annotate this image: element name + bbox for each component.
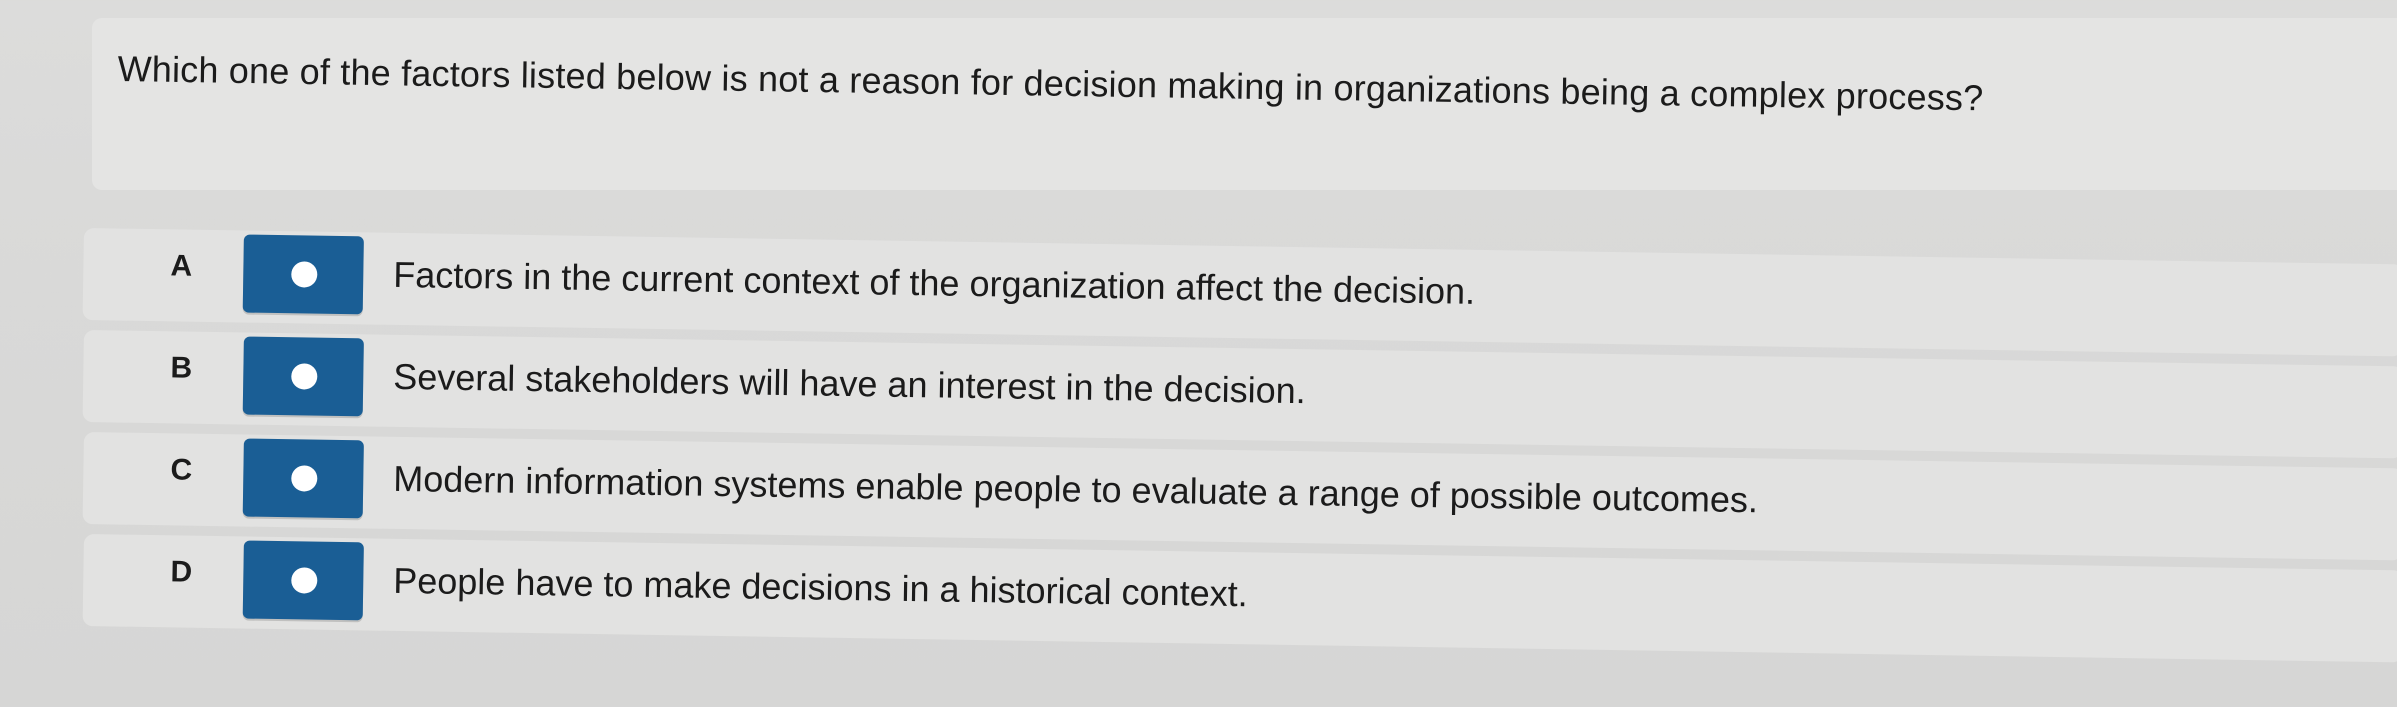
radio-button[interactable]	[242, 234, 364, 315]
option-letter: D	[170, 555, 193, 589]
answer-options: A Factors in the current context of the …	[82, 228, 2397, 663]
option-text: People have to make decisions in a histo…	[392, 559, 1249, 615]
option-text: Factors in the current context of the or…	[392, 253, 1476, 312]
radio-button[interactable]	[242, 540, 364, 621]
option-letter: A	[170, 249, 193, 283]
radio-dot-icon	[291, 465, 318, 492]
option-text: Several stakeholders will have an intere…	[392, 355, 1307, 412]
option-letter: C	[170, 453, 193, 487]
option-letter: B	[170, 351, 193, 385]
radio-button[interactable]	[242, 336, 364, 417]
radio-dot-icon	[291, 261, 318, 288]
radio-dot-icon	[291, 567, 318, 594]
option-text: Modern information systems enable people…	[392, 457, 1759, 521]
radio-dot-icon	[291, 363, 318, 390]
radio-button[interactable]	[242, 438, 364, 519]
